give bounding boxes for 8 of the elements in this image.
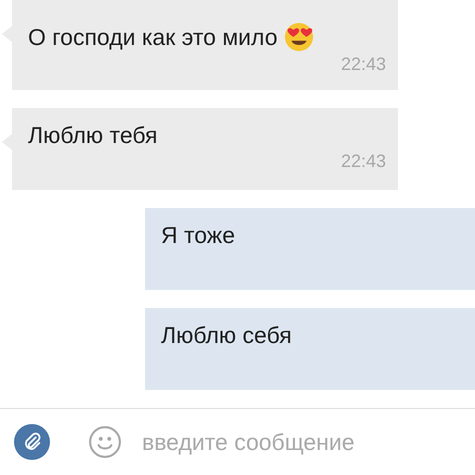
message-text: Люблю тебя: [28, 122, 158, 149]
message-text: Люблю себя: [161, 322, 292, 349]
message-input[interactable]: введите сообщение: [140, 428, 475, 456]
attach-button[interactable]: [14, 424, 50, 460]
message-text: Я тоже: [161, 222, 235, 249]
message-time: 22:43: [340, 151, 386, 172]
message-text: О господи как это мило: [28, 24, 278, 50]
message-time: 22:43: [340, 54, 386, 75]
